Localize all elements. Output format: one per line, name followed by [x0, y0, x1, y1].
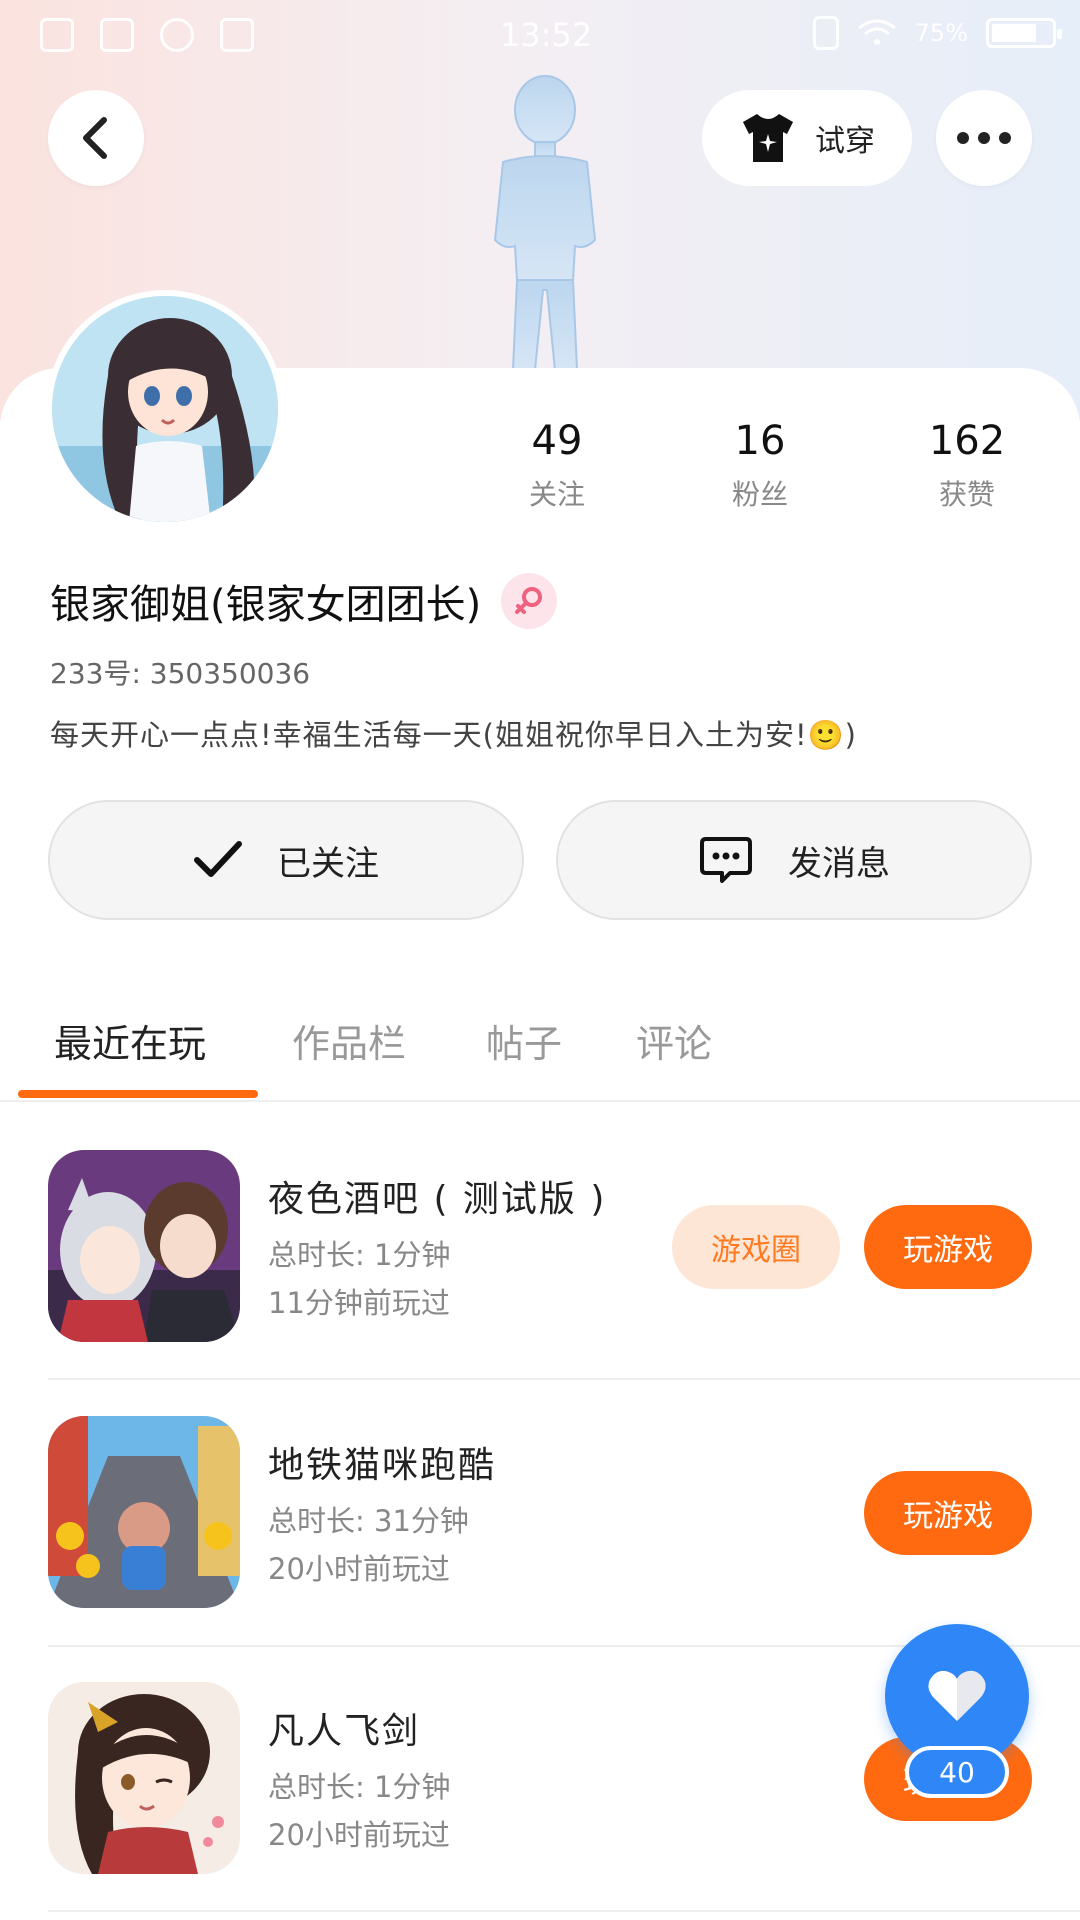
tab-works[interactable]: 作品栏: [292, 1013, 406, 1068]
send-message-label: 发消息: [788, 843, 890, 884]
row-divider: [48, 1910, 1080, 1912]
chat-bubble-icon: [700, 837, 752, 883]
user-bio: 每天开心一点点!幸福生活每一天(姐姐祝你早日入土为安!🙂): [50, 718, 857, 752]
chevron-left-icon: [83, 117, 107, 159]
stat-likes-count: 162: [928, 418, 1006, 464]
game-icon-subway-cat: [48, 1416, 240, 1608]
tabs-divider: [0, 1100, 1080, 1102]
stat-fans-label: 粉丝: [731, 478, 788, 511]
vibrate-icon: [812, 16, 839, 50]
status-bar: 13:52 75%: [0, 0, 1080, 72]
heart-icon: [928, 1670, 986, 1721]
username: 银家御姐(银家女团团长): [50, 582, 482, 628]
battery-percent: 75%: [914, 19, 968, 47]
more-dots-icon: [957, 132, 1011, 144]
female-gender-icon: [501, 573, 558, 629]
game-last-played: 11分钟前玩过: [268, 1286, 450, 1320]
tab-recently-played[interactable]: 最近在玩: [54, 1013, 206, 1068]
game-last-played: 20小时前玩过: [268, 1818, 450, 1852]
crown-icon: [100, 18, 134, 52]
profile-tabs: 最近在玩 作品栏 帖子 评论: [0, 985, 1080, 1097]
battery-icon: [986, 18, 1062, 48]
status-right: 75%: [812, 16, 1062, 50]
followed-button[interactable]: 已关注: [48, 800, 524, 920]
game-total-time: 总时长: 31分钟: [268, 1504, 469, 1538]
stat-fans[interactable]: 16 粉丝: [690, 415, 830, 513]
play-game-button[interactable]: 玩游戏: [864, 1205, 1032, 1289]
wifi-icon: [857, 19, 896, 45]
game-title: 凡人飞剑: [268, 1711, 421, 1752]
status-time: 13:52: [500, 16, 593, 54]
game-total-time: 总时长: 1分钟: [268, 1770, 451, 1804]
stat-fans-count: 16: [734, 418, 786, 464]
stat-following-count: 49: [531, 418, 583, 464]
more-button[interactable]: [936, 90, 1032, 186]
game-icon-flying-sword: [48, 1682, 240, 1874]
try-on-button[interactable]: 试穿: [702, 90, 912, 186]
signal-icon: [40, 18, 74, 52]
stat-likes[interactable]: 162 获赞: [897, 415, 1037, 513]
tab-posts[interactable]: 帖子: [486, 1013, 562, 1068]
game-total-time: 总时长: 1分钟: [268, 1238, 451, 1272]
stat-following-label: 关注: [528, 478, 585, 511]
username-row: 银家御姐(银家女团团长): [50, 572, 558, 630]
try-on-label: 试穿: [815, 124, 875, 159]
app-notification-icon: [160, 18, 194, 52]
active-tab-indicator: [18, 1090, 258, 1098]
stat-following[interactable]: 49 关注: [487, 415, 627, 513]
tab-comments[interactable]: 评论: [636, 1013, 712, 1068]
status-notification-icons: [40, 18, 254, 52]
avatar-3d-figure: [493, 75, 597, 370]
game-icon-night-bar: [48, 1150, 240, 1342]
game-title: 夜色酒吧 ( 测试版 ): [268, 1179, 607, 1220]
list-item[interactable]: 夜色酒吧 ( 测试版 ) 总时长: 1分钟 11分钟前玩过 游戏圈 玩游戏: [0, 1150, 1080, 1416]
send-message-button[interactable]: 发消息: [556, 800, 1032, 920]
play-game-button[interactable]: 玩游戏: [864, 1471, 1032, 1555]
game-title: 地铁猫咪跑酷: [268, 1445, 497, 1486]
avatar[interactable]: [46, 290, 284, 528]
game-last-played: 20小时前玩过: [268, 1552, 450, 1586]
stat-likes-label: 获赞: [938, 478, 995, 511]
back-button[interactable]: [48, 90, 144, 186]
tshirt-icon: [743, 114, 793, 162]
followed-label: 已关注: [277, 843, 379, 884]
check-icon: [194, 841, 242, 877]
game-circle-button[interactable]: 游戏圈: [672, 1205, 840, 1289]
like-count-badge: 40: [905, 1746, 1009, 1798]
user-id: 233号: 350350036: [50, 657, 311, 690]
s-app-icon: [220, 18, 254, 52]
row-divider: [48, 1378, 1080, 1380]
